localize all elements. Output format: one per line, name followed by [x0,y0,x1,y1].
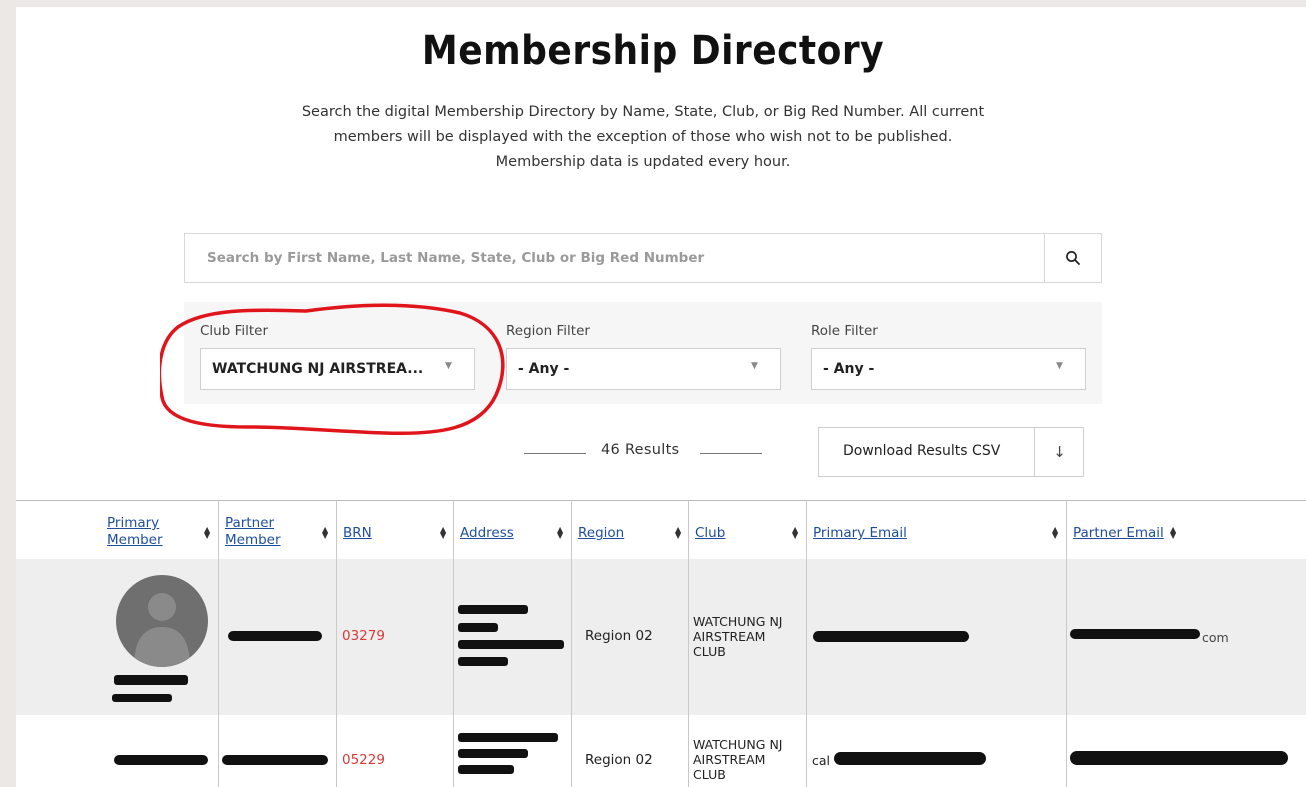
divider [524,453,586,454]
search-icon [1066,251,1080,265]
column-header-link[interactable]: Club [695,525,725,542]
role-filter-label: Role Filter [811,323,878,339]
table-row[interactable]: 05229 Region 02 WATCHUNG NJ AIRSTREAM CLUB… [16,715,1306,787]
chevron-down-icon: ▼ [1056,361,1063,371]
redaction-mark [222,755,328,765]
sort-icon[interactable]: ▲ ▼ [557,526,563,540]
brn-value: 05229 [342,752,385,768]
region-filter-label: Region Filter [506,323,590,339]
redaction-mark [458,749,528,758]
column-divider [688,500,689,787]
role-filter-select[interactable]: - Any - ▼ [811,348,1086,390]
page-description: Search the digital Membership Directory … [301,104,985,170]
region-filter-select[interactable]: - Any - ▼ [506,348,781,390]
redaction-mark [458,623,498,632]
sort-icon[interactable]: ▲ ▼ [675,526,681,540]
column-divider [571,500,572,787]
sort-icon[interactable]: ▲ ▼ [1052,526,1058,540]
download-csv-button[interactable]: Download Results CSV ↓ [818,427,1084,477]
column-header-link[interactable]: BRN [343,525,372,542]
redaction-mark [228,631,322,641]
column-header-link[interactable]: Primary Email [813,525,907,542]
column-header-partner-member[interactable]: Partner Member ▲ ▼ [218,501,336,560]
club-value: WATCHUNG NJ AIRSTREAM CLUB [693,737,783,782]
sort-icon[interactable]: ▲ ▼ [440,526,446,540]
region-filter-value: - Any - [518,361,570,377]
column-header-primary-member[interactable]: Primary Member ▲ ▼ [100,501,218,560]
club-value: WATCHUNG NJ AIRSTREAM CLUB [693,614,783,659]
region-value: Region 02 [585,752,653,768]
sort-icon[interactable]: ▲ ▼ [1170,526,1176,540]
results-count-text: 46 Results [601,442,680,458]
download-csv-label: Download Results CSV [843,443,1001,459]
redaction-mark [114,755,208,765]
sort-icon[interactable]: ▲ ▼ [792,526,798,540]
column-divider [336,500,337,787]
column-header-link[interactable]: Partner Member [225,515,281,549]
redaction-mark [114,675,188,685]
table-header: Primary Member ▲ ▼ Partner Member ▲ ▼ BRN ▲ ▼… [16,500,1306,560]
column-header-brn[interactable]: BRN ▲ ▼ [336,501,453,560]
redaction-mark [458,765,514,774]
column-header-club[interactable]: Club ▲ ▼ [688,501,806,560]
page-title: Membership Directory [421,28,885,74]
redaction-mark [1070,751,1288,765]
column-header-address[interactable]: Address ▲ ▼ [453,501,571,560]
divider [700,453,762,454]
redaction-mark [813,631,969,642]
column-divider [806,500,807,787]
region-value: Region 02 [585,628,653,644]
column-header-link[interactable]: Primary Member [107,515,163,549]
window-frame-left [0,0,16,787]
redaction-mark [458,640,564,649]
results-count: 46 Results [524,442,764,462]
column-divider [218,500,219,787]
column-header-link[interactable]: Address [460,525,514,542]
redaction-mark [458,657,508,666]
column-header-region[interactable]: Region ▲ ▼ [571,501,688,560]
download-arrow-icon: ↓ [1034,428,1084,476]
search-bar [184,233,1102,283]
redaction-mark [458,733,558,742]
window-frame-top [0,0,1306,7]
annotation-circle [160,303,505,436]
partner-email-value: com [1202,630,1229,645]
table-row[interactable]: 03279 Region 02 WATCHUNG NJ AIRSTREAM CLUB… [16,559,1306,715]
search-button[interactable] [1044,234,1101,282]
column-header-link[interactable]: Region [578,525,624,542]
role-filter-value: - Any - [823,361,875,377]
redaction-mark [834,752,986,765]
search-input[interactable] [185,234,1047,282]
primary-email-value: cal [812,753,831,768]
column-header-primary-email[interactable]: Primary Email ▲ ▼ [806,501,1066,560]
avatar [116,575,208,667]
sort-icon[interactable]: ▲ ▼ [322,526,328,540]
column-header-partner-email[interactable]: Partner Email ▲ ▼ [1066,501,1306,560]
column-header-link[interactable]: Partner Email [1073,525,1164,542]
column-divider [1066,500,1067,787]
sort-icon[interactable]: ▲ ▼ [204,526,210,540]
redaction-mark [1070,629,1200,639]
column-divider [453,500,454,787]
redaction-mark [458,605,528,614]
chevron-down-icon: ▼ [751,361,758,371]
brn-value: 03279 [342,628,385,644]
user-silhouette-icon [134,593,190,667]
redaction-mark [112,694,172,702]
